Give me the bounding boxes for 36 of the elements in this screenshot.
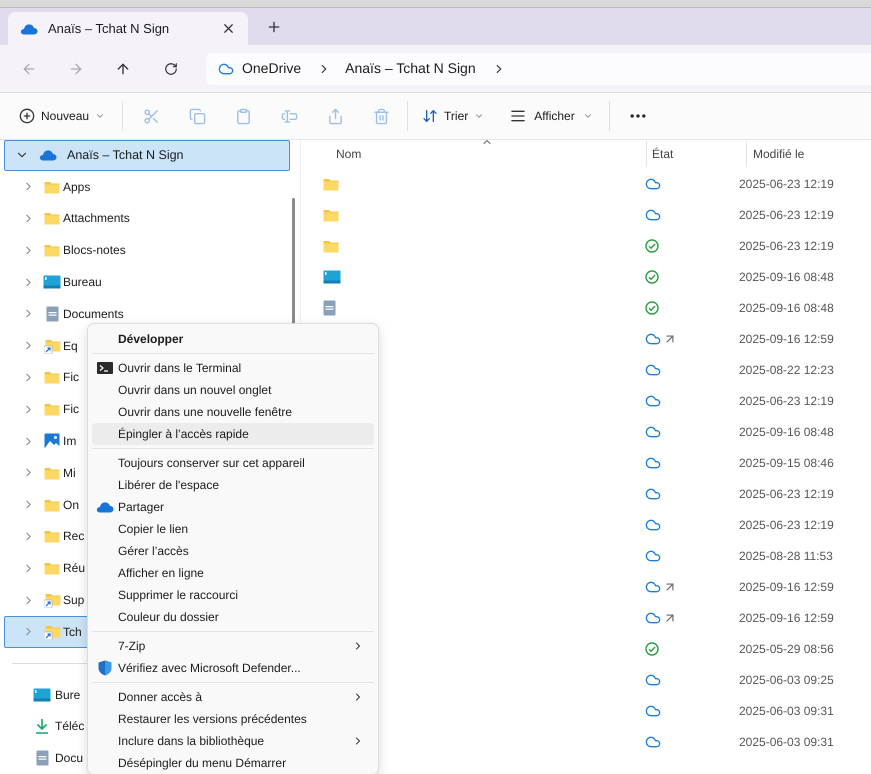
date-cell-text: 2025-06-23 12:19 — [739, 176, 834, 192]
date-cell-text: 2025-08-22 12:23 — [739, 362, 834, 378]
date-cell-text: 2025-09-16 12:59 — [739, 610, 834, 626]
date-cell-text: 2025-06-03 09:31 — [739, 702, 834, 720]
tree-label: Mi — [63, 464, 76, 482]
tree-label: Sup — [63, 592, 84, 610]
date-cell-text: 2025-09-16 08:48 — [739, 268, 834, 286]
date-cell-text: 2025-09-16 12:59 — [739, 578, 834, 596]
date-cell-text: 2025-09-16 08:48 — [739, 424, 834, 440]
date-cell-text: 2025-05-29 08:56 — [739, 640, 834, 658]
date-cell-text: 2025-06-23 12:19 — [739, 392, 834, 410]
tree-label: Im — [63, 433, 76, 450]
date-cell-text: 2025-09-16 12:59 — [739, 330, 834, 348]
tree-label: On — [63, 496, 80, 514]
date-cell-text: 2025-06-03 09:31 — [739, 734, 834, 750]
date-cell-text: 2025-06-03 09:25 — [739, 672, 834, 688]
tree-label: Attachments — [63, 210, 130, 228]
tree-label: Réu — [63, 560, 86, 578]
tree-label: Fic — [63, 369, 79, 386]
tree-label: Eq — [63, 338, 78, 355]
date-cell-text: 2025-09-15 08:46 — [739, 454, 834, 472]
tree-label: Fic — [63, 401, 79, 418]
tab-title: Anaïs – Tchat N Sign — [48, 20, 170, 38]
date-cell-text: 2025-06-23 12:19 — [739, 238, 834, 254]
date-cell-text: 2025-09-16 08:48 — [739, 300, 834, 316]
tree-label: Anaïs – Tchat N Sign — [67, 147, 184, 164]
tree-label: Tch — [63, 624, 82, 641]
date-cell-text: 2025-08-28 11:53 — [739, 548, 833, 564]
tree-label: Apps — [63, 178, 90, 196]
tree-label: Rec — [63, 528, 84, 546]
date-cell-text: 2025-06-23 12:19 — [739, 486, 834, 502]
tree-label: Bureau — [63, 274, 102, 292]
tree-label: Blocs-notes — [63, 242, 126, 260]
date-cell-text: 2025-06-23 12:19 — [739, 206, 834, 224]
date-cell-text: 2025-06-23 12:19 — [739, 516, 834, 534]
tree-label: Documents — [63, 306, 124, 323]
